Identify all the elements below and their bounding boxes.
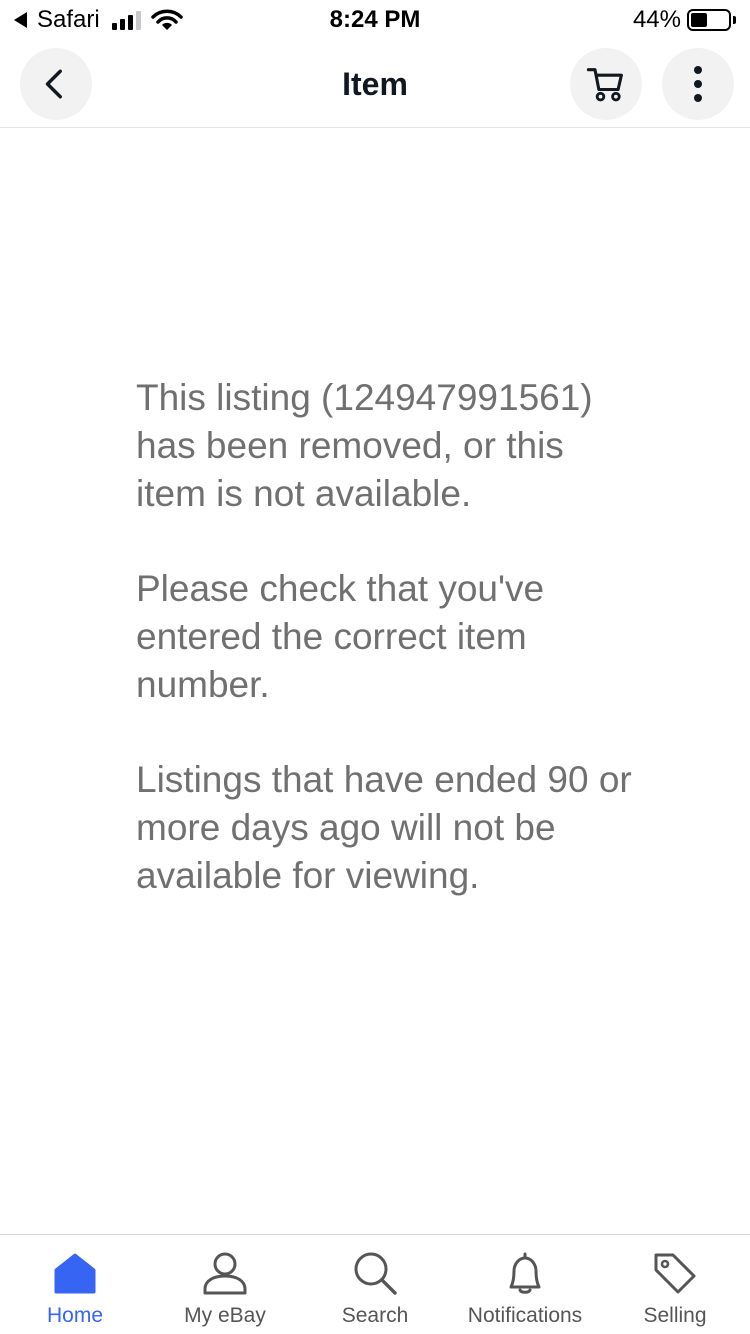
tag-icon <box>654 1253 696 1294</box>
search-icon <box>354 1252 397 1295</box>
tab-home-label: Home <box>46 1304 104 1327</box>
page: Safari 8:24 PM 44% Item This listing (12… <box>0 0 750 1334</box>
battery-icon <box>687 9 731 31</box>
battery-cap <box>733 16 736 24</box>
tab-home[interactable]: Home <box>0 1235 150 1334</box>
battery-indicator: 44% <box>633 6 736 34</box>
tab-search[interactable]: Search <box>300 1235 450 1334</box>
tab-search-label: Search <box>341 1304 409 1327</box>
cart-button[interactable] <box>570 48 642 120</box>
navigation-header: Item <box>0 46 750 128</box>
bottom-tab-bar: Home My eBay Search Notifications Sellin… <box>0 1234 750 1334</box>
tab-notifications-label: Notifications <box>467 1304 583 1327</box>
cart-icon <box>586 68 623 102</box>
message-removed: This listing (124947991561) has been rem… <box>136 377 593 514</box>
listing-unavailable-message: This listing (124947991561) has been rem… <box>136 374 636 947</box>
home-icon <box>54 1253 96 1294</box>
message-check-number: Please check that you've entered the cor… <box>136 568 545 705</box>
more-vertical-icon <box>694 66 702 102</box>
tab-my-ebay-label: My eBay <box>184 1304 266 1327</box>
person-icon <box>203 1252 247 1295</box>
more-options-button[interactable] <box>662 48 734 120</box>
battery-percent: 44% <box>632 6 681 33</box>
message-ended-listings: Listings that have ended 90 or more days… <box>136 759 632 896</box>
battery-fill <box>691 13 707 27</box>
tab-notifications[interactable]: Notifications <box>450 1235 600 1334</box>
bell-icon <box>509 1252 541 1294</box>
tab-selling-label: Selling <box>643 1304 707 1327</box>
tab-my-ebay[interactable]: My eBay <box>150 1235 300 1334</box>
tab-selling[interactable]: Selling <box>600 1235 750 1334</box>
status-bar: Safari 8:24 PM 44% <box>0 0 750 40</box>
